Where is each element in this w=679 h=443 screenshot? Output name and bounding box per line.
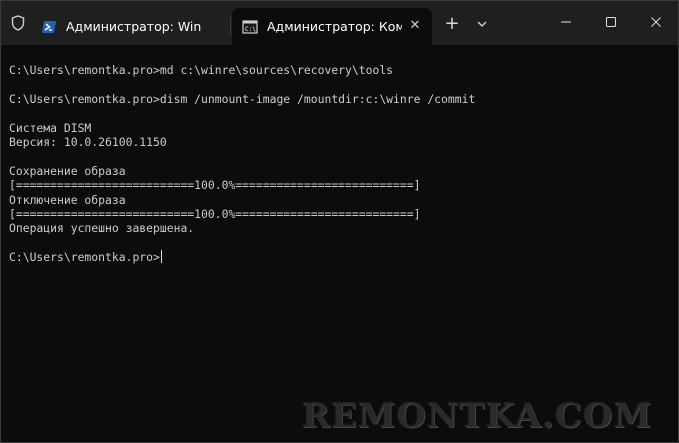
terminal-line: C:\Users\remontka.pro>dism /unmount-imag… bbox=[9, 91, 476, 106]
close-window-button[interactable] bbox=[636, 9, 676, 35]
terminal-line: [==========================100.0%=======… bbox=[9, 178, 421, 193]
maximize-button[interactable] bbox=[591, 9, 631, 35]
tab-powershell[interactable]: Администратор: Windows PowerShell bbox=[31, 8, 229, 45]
terminal-output[interactable]: C:\Users\remontka.pro>md c:\winre\source… bbox=[9, 63, 670, 442]
minimize-button[interactable] bbox=[546, 9, 586, 35]
plus-icon: + bbox=[444, 13, 460, 34]
text-cursor bbox=[160, 250, 162, 264]
terminal-line: Операция успешно завершена. bbox=[9, 221, 195, 236]
tab-cmd[interactable]: C:\ Администратор: Командная строка ✕ bbox=[232, 8, 432, 45]
terminal-line: Отключение образа bbox=[9, 192, 126, 207]
tab-cmd-title: Администратор: Командная строка bbox=[267, 19, 402, 34]
terminal-line: Система DISM bbox=[9, 120, 92, 135]
terminal-line: C:\Users\remontka.pro>md c:\winre\source… bbox=[9, 63, 394, 77]
terminal-window: Администратор: Windows PowerShell C:\ Ад… bbox=[0, 0, 679, 443]
svg-text:C:\: C:\ bbox=[245, 26, 256, 33]
new-tab-button[interactable]: + bbox=[442, 14, 462, 34]
watermark: REMONTKA.COM bbox=[301, 396, 652, 436]
powershell-icon bbox=[42, 20, 56, 33]
terminal-line: [==========================100.0%=======… bbox=[9, 206, 421, 221]
close-icon bbox=[651, 17, 661, 27]
maximize-icon bbox=[606, 17, 616, 27]
title-bar[interactable]: Администратор: Windows PowerShell C:\ Ад… bbox=[1, 1, 678, 45]
tab-powershell-title: Администратор: Windows PowerShell bbox=[66, 19, 201, 34]
terminal-line: Сохранение образа bbox=[9, 163, 126, 178]
chevron-down-icon[interactable] bbox=[474, 15, 490, 33]
shield-icon bbox=[11, 15, 25, 31]
terminal-line: C:\Users\remontka.pro> bbox=[9, 250, 162, 265]
terminal-line: Версия: 10.0.26100.1150 bbox=[9, 134, 167, 149]
tab-separator bbox=[230, 17, 231, 35]
tab-close-icon[interactable]: ✕ bbox=[408, 19, 422, 33]
cmd-icon: C:\ bbox=[242, 19, 258, 34]
minimize-icon bbox=[561, 21, 571, 23]
